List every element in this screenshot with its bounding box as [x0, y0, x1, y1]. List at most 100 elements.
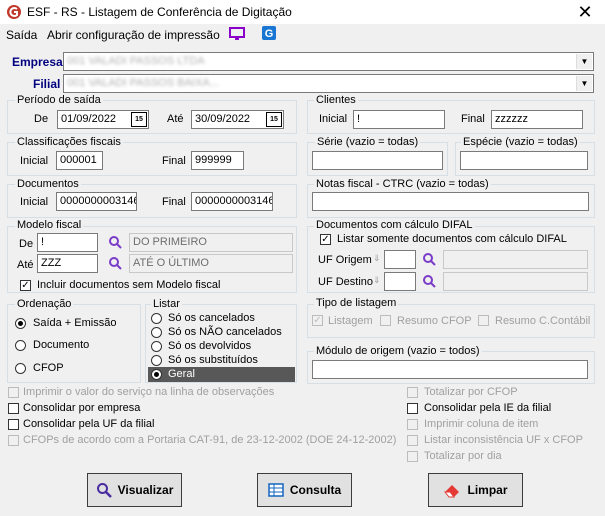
option-label: CFOPs de acordo com a Portaria CAT-91, d… — [23, 434, 397, 446]
app-logo-icon — [7, 5, 21, 19]
limpar-button[interactable]: Limpar — [428, 473, 523, 507]
clientes-legend: Clientes — [314, 94, 358, 106]
calendar-icon[interactable]: 15 — [266, 112, 282, 127]
classificacoes-final-label: Final — [162, 155, 186, 167]
option-checkbox[interactable] — [407, 419, 418, 430]
option-checkbox[interactable] — [407, 403, 418, 414]
option-checkbox[interactable] — [407, 387, 418, 398]
option-checkbox[interactable] — [8, 403, 19, 414]
ordenacao-radio-saida[interactable] — [15, 318, 26, 329]
chevron-down-icon: ▼ — [576, 76, 592, 91]
incluir-sem-modelo-label: Incluir documentos sem Modelo fiscal — [37, 279, 221, 291]
menu-exit[interactable]: Saída — [6, 28, 37, 42]
option-label: Totalizar por dia — [424, 450, 502, 462]
classificacoes-inicial-input[interactable]: 000001 — [56, 151, 103, 170]
filial-label: Filial — [33, 77, 61, 91]
documentos-inicial-input[interactable]: 0000000003146 — [56, 192, 137, 211]
monitor-icon[interactable] — [229, 26, 245, 42]
window-title: ESF - RS - Listagem de Conferência de Di… — [27, 5, 292, 19]
classificacoes-legend: Classificações fiscais — [15, 136, 123, 148]
option-label: Imprimir o valor do serviço na linha de … — [23, 386, 275, 398]
ordenacao-option-label: Saída + Emissão — [33, 317, 117, 329]
option-checkbox[interactable] — [8, 387, 19, 398]
especie-legend: Espécie (vazio = todas) — [461, 136, 580, 148]
visualizar-button[interactable]: Visualizar — [87, 473, 182, 507]
option-checkbox[interactable] — [8, 435, 19, 446]
ordenacao-option-label: Documento — [33, 339, 90, 351]
listar-difal-checkbox[interactable]: ✓ — [320, 234, 331, 245]
option-label: Listar inconsistência UF x CFOP — [424, 434, 583, 446]
listar-radio-cancelados[interactable] — [151, 313, 162, 324]
modelo-legend: Modelo fiscal — [15, 219, 84, 231]
ordenacao-legend: Ordenação — [15, 298, 74, 310]
serie-input[interactable] — [312, 151, 443, 170]
search-icon[interactable] — [108, 235, 122, 249]
ordenacao-radio-documento[interactable] — [15, 340, 26, 351]
listar-legend: Listar — [151, 298, 182, 310]
documentos-legend: Documentos — [15, 178, 81, 190]
listar-option-label: Geral — [168, 368, 195, 380]
listar-radio-geral[interactable] — [151, 369, 162, 380]
consulta-button[interactable]: Consulta — [257, 473, 352, 507]
search-icon[interactable] — [108, 256, 122, 270]
search-icon[interactable] — [422, 274, 436, 288]
app-g-icon[interactable]: G — [262, 26, 276, 40]
consulta-label: Consulta — [289, 483, 342, 497]
modelo-de-label: De — [19, 238, 34, 250]
listar-option-label: Só os substituídos — [168, 354, 258, 366]
modulo-input[interactable] — [312, 360, 588, 379]
uf-destino-input[interactable] — [384, 272, 416, 291]
uf-destino-desc — [443, 272, 588, 291]
option-checkbox[interactable] — [407, 435, 418, 446]
tipo-resumo-contabil-checkbox[interactable] — [478, 315, 489, 326]
periodo-legend: Período de saída — [15, 94, 103, 106]
clientes-inicial-label: Inicial — [319, 113, 348, 125]
tipo-listagem-checkbox[interactable]: ✓ — [312, 315, 323, 326]
tipo-resumo-contabil-label: Resumo C.Contábil — [495, 315, 591, 327]
empresa-label: Empresa — [12, 55, 63, 69]
incluir-sem-modelo-checkbox[interactable]: ✓ — [20, 280, 31, 291]
eraser-icon — [444, 485, 460, 498]
search-icon — [96, 483, 112, 498]
modelo-ate-desc: ATÉ O ÚLTIMO — [129, 254, 293, 273]
uf-destino-label: UF Destino — [318, 276, 374, 288]
empresa-select[interactable]: 001 VALADI PASSOS LTDA ▼ — [63, 52, 594, 71]
listar-option-label: Só os cancelados — [168, 312, 255, 324]
listar-option-label: Só os devolvidos — [168, 340, 252, 352]
clientes-inicial-input[interactable]: ! — [353, 110, 445, 129]
modulo-legend: Módulo de origem (vazio = todos) — [314, 345, 482, 357]
tipo-legend: Tipo de listagem — [314, 297, 399, 309]
modelo-de-input[interactable]: ! — [37, 233, 98, 252]
filial-select[interactable]: 001 VALADI PASSOS BAIXA... ▼ — [63, 74, 594, 93]
visualizar-label: Visualizar — [117, 483, 174, 497]
uf-origem-label: UF Origem — [318, 254, 372, 266]
tipo-resumo-cfop-label: Resumo CFOP — [397, 315, 472, 327]
option-checkbox[interactable] — [407, 451, 418, 462]
option-label: Consolidar pela UF da filial — [23, 418, 155, 430]
clientes-final-input[interactable]: zzzzzz — [491, 110, 583, 129]
arrow-down-icon: ⇓ — [373, 253, 381, 263]
listar-radio-nao-cancelados[interactable] — [151, 327, 162, 338]
option-checkbox[interactable] — [8, 419, 19, 430]
uf-origem-input[interactable] — [384, 250, 416, 269]
option-label: Consolidar por empresa — [23, 402, 141, 414]
arrow-down-icon: ⇓ — [373, 275, 381, 285]
menu-print-config[interactable]: Abrir configuração de impressão — [47, 28, 220, 42]
tipo-resumo-cfop-checkbox[interactable] — [380, 315, 391, 326]
modelo-de-desc: DO PRIMEIRO — [129, 233, 293, 252]
close-button[interactable]: ✕ — [573, 1, 597, 23]
documentos-final-input[interactable]: 0000000003146 — [191, 192, 273, 211]
classificacoes-final-input[interactable]: 999999 — [191, 151, 244, 170]
notas-input[interactable] — [312, 192, 589, 211]
ordenacao-radio-cfop[interactable] — [15, 363, 26, 374]
modelo-ate-input[interactable]: ZZZ — [37, 254, 98, 273]
especie-input[interactable] — [460, 151, 588, 170]
search-icon[interactable] — [422, 252, 436, 266]
listar-radio-substituidos[interactable] — [151, 355, 162, 366]
ordenacao-option-label: CFOP — [33, 362, 64, 374]
limpar-label: Limpar — [467, 483, 508, 497]
listar-difal-label: Listar somente documentos com cálculo DI… — [337, 233, 567, 245]
listar-radio-devolvidos[interactable] — [151, 341, 162, 352]
calendar-icon[interactable]: 15 — [131, 112, 147, 127]
uf-origem-desc — [443, 250, 588, 269]
